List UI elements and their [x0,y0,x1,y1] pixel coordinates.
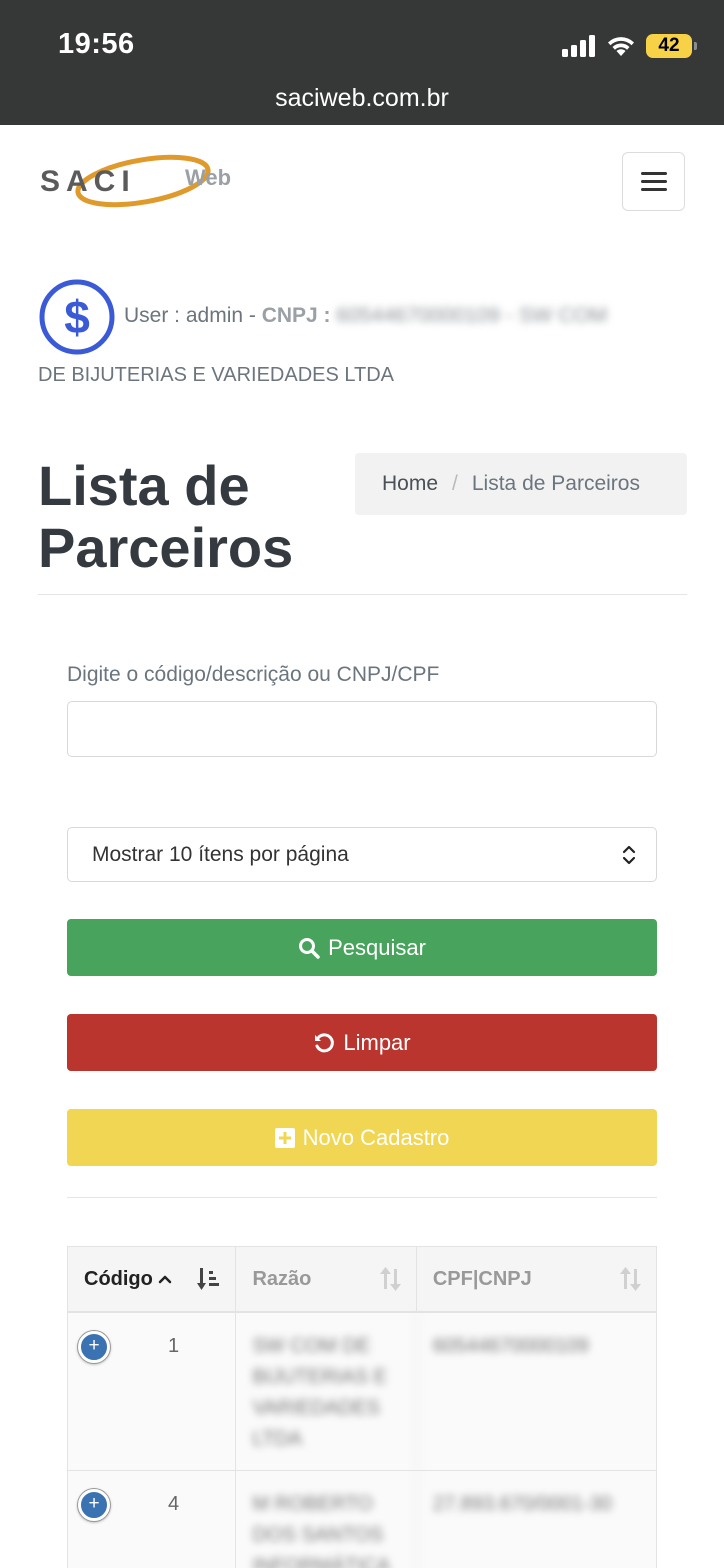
menu-toggle-button[interactable] [622,152,685,211]
row-razao: M ROBERTO DOS SANTOS INFORMÁTICA [236,1471,417,1568]
expand-row-icon[interactable]: + [78,1331,110,1363]
status-icons: 42 [562,30,697,62]
search-button[interactable]: Pesquisar [67,919,657,976]
row-razao: SW COM DE BIJUTERIAS E VARIEDADES LTDA [236,1313,417,1470]
svg-text:SACI: SACI [40,165,136,198]
company-name-part2: DE BIJUTERIAS E VARIEDADES LTDA [38,364,395,386]
breadcrumb: Home / Lista de Parceiros [355,453,687,515]
column-header-codigo[interactable]: Código [68,1247,237,1311]
page-size-selected: Mostrar 10 ítens por página [92,842,349,866]
company-name-part1: - SW COM [499,304,608,327]
cnpj-value: 60544670000109 [336,304,500,327]
clear-button-label: Limpar [343,1029,411,1055]
page-title: Lista de Parceiros [38,454,294,579]
svg-text:$: $ [64,291,90,343]
cellular-signal-icon [562,35,595,57]
partners-table: Código Razão CPF|CNPJ + 1 SW COM DE BIJU… [67,1246,657,1568]
logo-web-label: Web [185,165,232,190]
row-cpf-cnpj: 27.893.670/0001-30 [432,1493,612,1515]
dollar-icon: $ [39,279,115,355]
divider [67,1197,657,1198]
breadcrumb-separator: / [452,472,458,495]
search-label: Digite o código/descrição ou CNPJ/CPF [67,663,440,686]
status-time: 19:56 [58,28,135,60]
row-code: 4 [168,1493,180,1515]
battery-icon: 42 [646,34,697,58]
expand-row-icon[interactable]: + [78,1489,110,1521]
user-label: User : admin - [124,304,262,327]
row-code: 1 [168,1335,180,1357]
cnpj-label: CNPJ : [261,304,337,327]
search-icon [299,937,320,959]
new-record-button-label: Novo Cadastro [302,1124,450,1150]
caret-up-icon [158,1275,172,1284]
select-chevron-icon [622,845,636,865]
sort-icon [620,1267,641,1291]
sort-ascending-icon [197,1268,220,1290]
column-header-razao[interactable]: Razão [236,1247,417,1311]
url-bar[interactable]: saciweb.com.br [0,84,724,113]
table-row[interactable]: + 4 M ROBERTO DOS SANTOS INFORMÁTICA 27.… [68,1471,656,1568]
page-size-select[interactable]: Mostrar 10 ítens por página [67,827,657,882]
divider [38,594,687,595]
sort-icon [379,1267,401,1291]
column-header-cpf-cnpj[interactable]: CPF|CNPJ [417,1247,656,1311]
search-input[interactable] [67,701,657,757]
clear-button[interactable]: Limpar [67,1014,657,1071]
row-cpf-cnpj: 60544670000109 [432,1335,589,1357]
undo-icon [315,1032,335,1052]
plus-square-icon [274,1127,295,1148]
table-header: Código Razão CPF|CNPJ [68,1247,656,1313]
wifi-icon [608,37,634,56]
navbar: SACI Web [0,125,724,235]
status-bar: 19:56 42 saciweb.com.br [0,0,724,125]
new-record-button[interactable]: Novo Cadastro [67,1109,657,1166]
breadcrumb-current: Lista de Parceiros [471,472,640,495]
hamburger-icon [640,172,667,175]
search-button-label: Pesquisar [328,934,426,960]
breadcrumb-home-link[interactable]: Home [382,472,438,496]
table-row[interactable]: + 1 SW COM DE BIJUTERIAS E VARIEDADES LT… [68,1313,656,1471]
